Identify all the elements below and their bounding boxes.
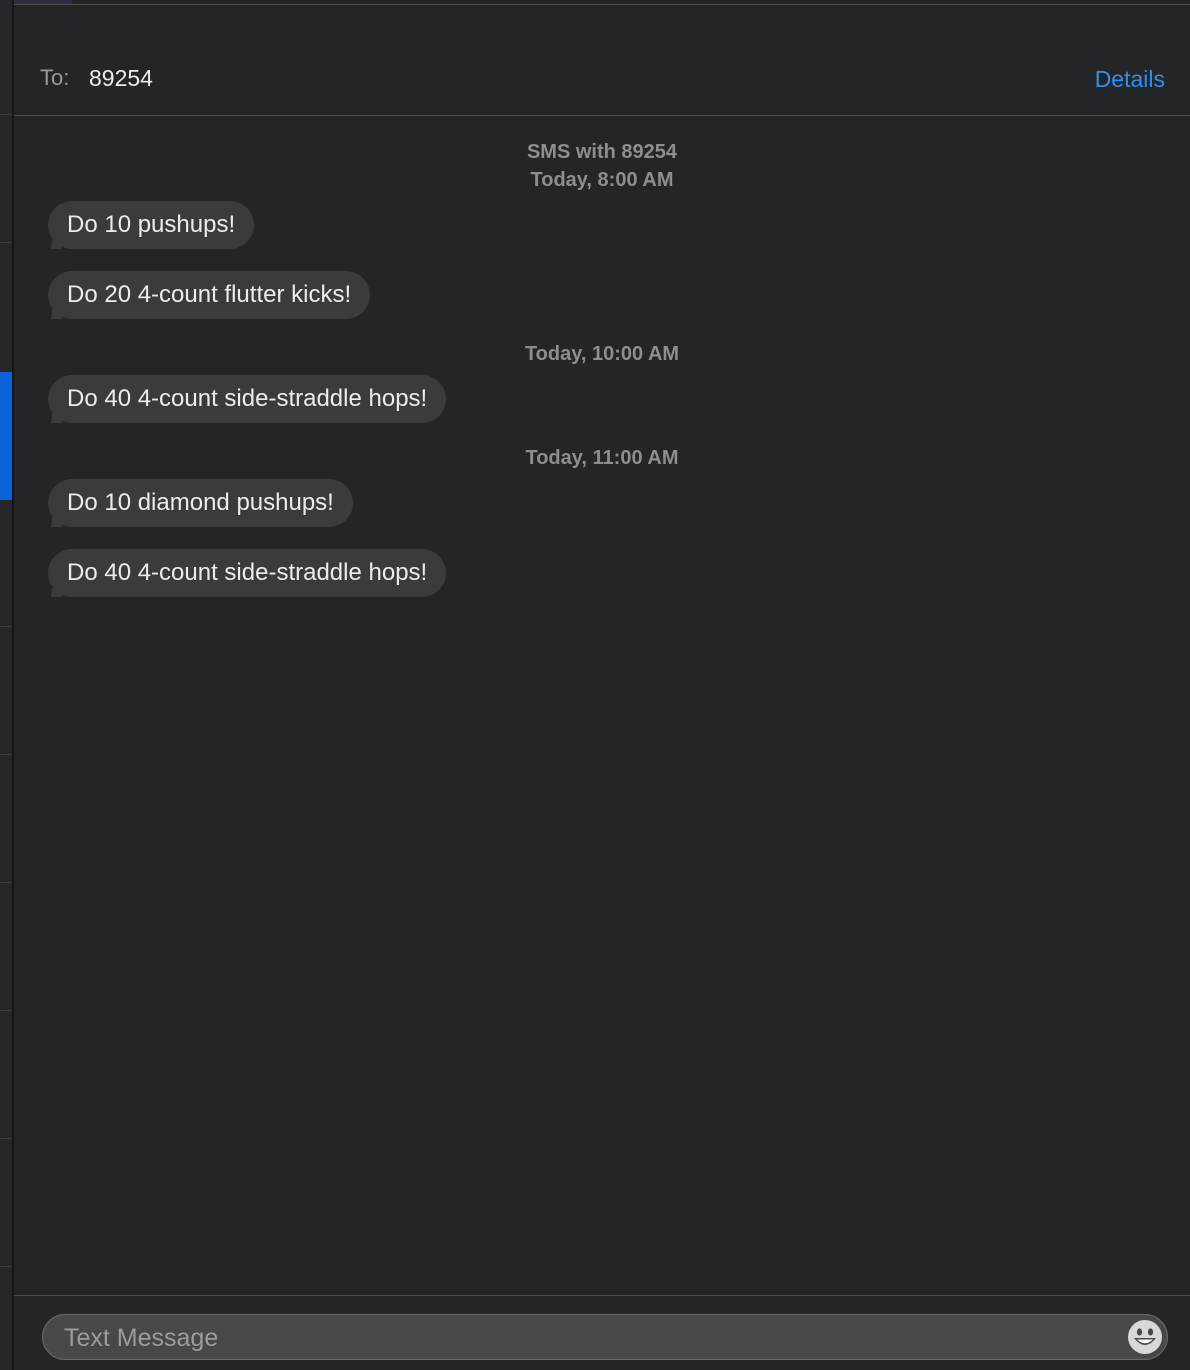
bubble-tail <box>40 229 62 249</box>
sidebar-divider <box>0 882 12 883</box>
conversation-pane: To: 89254 Details SMS with 89254 Today, … <box>14 4 1190 1370</box>
timestamp: Today, 11:00 AM <box>525 447 679 469</box>
sidebar-divider <box>0 114 12 115</box>
bubble-tail <box>40 577 62 597</box>
text-message-field[interactable] <box>42 1314 1168 1361</box>
bubble-tail <box>40 507 62 527</box>
sidebar-divider <box>0 242 12 243</box>
message-text: Do 20 4-count flutter kicks! <box>67 281 352 308</box>
conversation-list-edge[interactable] <box>0 0 14 1370</box>
details-button[interactable]: Details <box>1095 66 1165 93</box>
to-label: To: <box>40 65 70 90</box>
sidebar-divider <box>0 1010 12 1011</box>
emoji-smiley-icon[interactable] <box>1127 1319 1163 1355</box>
sidebar-divider <box>0 1138 12 1139</box>
timestamp: Today, 10:00 AM <box>524 343 680 365</box>
sidebar-divider <box>0 626 12 627</box>
message-text: Do 40 4-count side-straddle hops! <box>67 385 428 412</box>
selected-conversation-indicator[interactable] <box>0 372 12 500</box>
messages-app: To: 89254 Details SMS with 89254 Today, … <box>0 0 1190 1370</box>
text-message-input[interactable] <box>62 1315 1106 1361</box>
timestamp: Today, 8:00 AM <box>530 169 674 191</box>
sidebar-divider <box>0 754 12 755</box>
conversation-header: To: 89254 Details <box>14 5 1190 116</box>
message-text: Do 40 4-count side-straddle hops! <box>67 559 428 586</box>
message-composer <box>14 1295 1190 1370</box>
message-text: Do 10 pushups! <box>67 211 236 238</box>
conversation-intro: SMS with 89254 <box>526 141 678 163</box>
received-message-bubble[interactable]: Do 20 4-count flutter kicks! <box>48 271 371 319</box>
received-message-bubble[interactable]: Do 10 pushups! <box>48 201 255 249</box>
sidebar-divider <box>0 1266 12 1267</box>
recipient-field[interactable]: 89254 <box>89 65 153 92</box>
received-message-bubble[interactable]: Do 40 4-count side-straddle hops! <box>48 375 447 423</box>
message-transcript[interactable]: SMS with 89254 Today, 8:00 AM Do 10 push… <box>14 116 1190 1294</box>
bubble-tail <box>40 299 62 319</box>
bubble-tail <box>40 403 62 423</box>
received-message-bubble[interactable]: Do 10 diamond pushups! <box>48 479 353 527</box>
message-text: Do 10 diamond pushups! <box>67 489 334 516</box>
received-message-bubble[interactable]: Do 40 4-count side-straddle hops! <box>48 549 447 597</box>
